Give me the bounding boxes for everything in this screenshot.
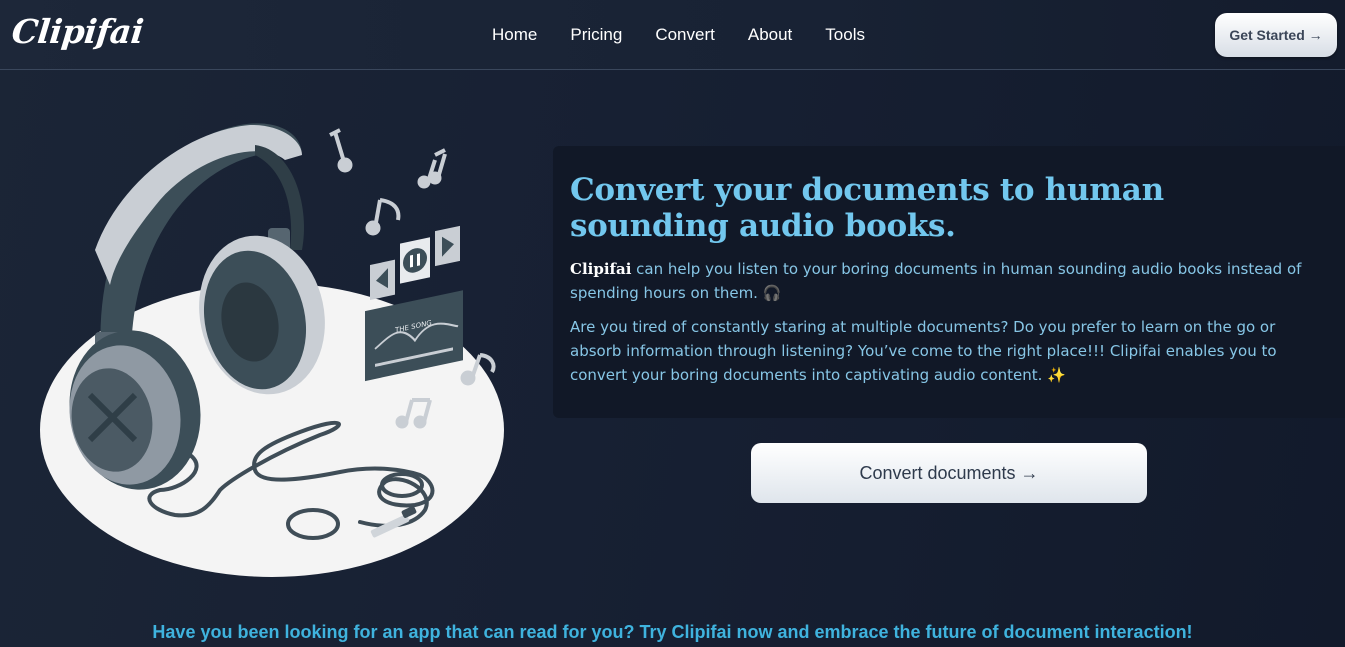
navbar: Clipifai Home Pricing Convert About Tool… <box>0 0 1345 70</box>
headphones-icon: THE SONG <box>40 123 504 577</box>
nav-links: Home Pricing Convert About Tools <box>492 24 898 46</box>
nav-link-pricing[interactable]: Pricing <box>570 24 622 46</box>
hero-brand-name: Clipifai <box>570 260 632 278</box>
tagline: Have you been looking for an app that ca… <box>152 622 1193 642</box>
headphones-illustration: THE SONG <box>40 110 510 580</box>
get-started-button[interactable]: Get Started → <box>1215 13 1337 57</box>
convert-documents-button[interactable]: Convert documents → <box>751 443 1147 503</box>
nav-link-home[interactable]: Home <box>492 24 537 46</box>
hero-description-2: Are you tired of constantly staring at m… <box>570 318 1277 384</box>
hero-description-1-text: can help you listen to your boring docum… <box>570 260 1302 302</box>
logo[interactable]: Clipifai <box>10 12 145 51</box>
nav-link-about[interactable]: About <box>748 24 792 46</box>
hero-description-1: Clipifai can help you listen to your bor… <box>570 257 1330 305</box>
nav-link-convert[interactable]: Convert <box>655 24 715 46</box>
hero-title: Convert your documents to human sounding… <box>570 172 1164 244</box>
nav-link-tools[interactable]: Tools <box>825 24 865 46</box>
hero-card: Convert your documents to human sounding… <box>553 146 1345 418</box>
